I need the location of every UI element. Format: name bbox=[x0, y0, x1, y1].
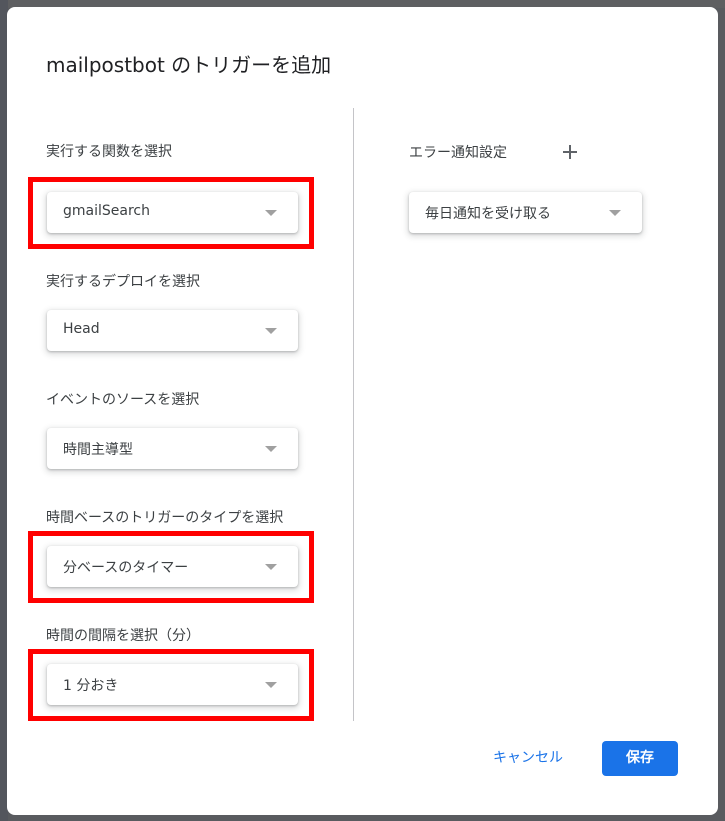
error-notification-label: エラー通知設定 bbox=[409, 145, 507, 161]
time-trigger-type-select[interactable]: 分ベースのタイマー bbox=[47, 546, 298, 587]
error-notification-select-value: 毎日通知を受け取る bbox=[425, 206, 551, 222]
deployment-select[interactable]: Head bbox=[47, 310, 298, 351]
event-source-select-label: イベントのソースを選択 bbox=[46, 392, 200, 408]
deployment-select-value: Head bbox=[63, 321, 100, 337]
deployment-select-label: 実行するデプロイを選択 bbox=[46, 274, 200, 290]
interval-select-label: 時間の間隔を選択（分） bbox=[46, 628, 200, 644]
time-trigger-type-select-label: 時間ベースのトリガーのタイプを選択 bbox=[46, 510, 284, 526]
dialog-title: mailpostbot のトリガーを追加 bbox=[46, 49, 331, 78]
cancel-button[interactable]: キャンセル bbox=[485, 741, 571, 775]
dialog-title-app-name: mailpostbot bbox=[46, 53, 165, 77]
add-trigger-dialog: mailpostbot のトリガーを追加 実行する関数を選択 gmailSear… bbox=[7, 7, 718, 815]
interval-select[interactable]: 1 分おき bbox=[47, 664, 298, 705]
column-divider bbox=[353, 108, 354, 721]
dialog-title-suffix: のトリガーを追加 bbox=[164, 53, 332, 77]
dropdown-arrow-icon bbox=[265, 446, 277, 452]
event-source-select[interactable]: 時間主導型 bbox=[47, 428, 298, 469]
time-trigger-type-select-value: 分ベースのタイマー bbox=[63, 560, 189, 576]
function-select[interactable]: gmailSearch bbox=[47, 192, 298, 233]
dropdown-arrow-icon bbox=[265, 210, 277, 216]
dropdown-arrow-icon bbox=[265, 682, 277, 688]
dropdown-arrow-icon bbox=[609, 210, 621, 216]
function-select-value: gmailSearch bbox=[63, 203, 150, 219]
plus-icon[interactable] bbox=[560, 142, 580, 162]
function-select-label: 実行する関数を選択 bbox=[46, 144, 172, 160]
save-button[interactable]: 保存 bbox=[602, 741, 678, 776]
error-notification-select[interactable]: 毎日通知を受け取る bbox=[409, 192, 642, 233]
event-source-select-value: 時間主導型 bbox=[63, 442, 133, 458]
dropdown-arrow-icon bbox=[265, 328, 277, 334]
dropdown-arrow-icon bbox=[265, 564, 277, 570]
interval-select-value: 1 分おき bbox=[63, 678, 119, 694]
